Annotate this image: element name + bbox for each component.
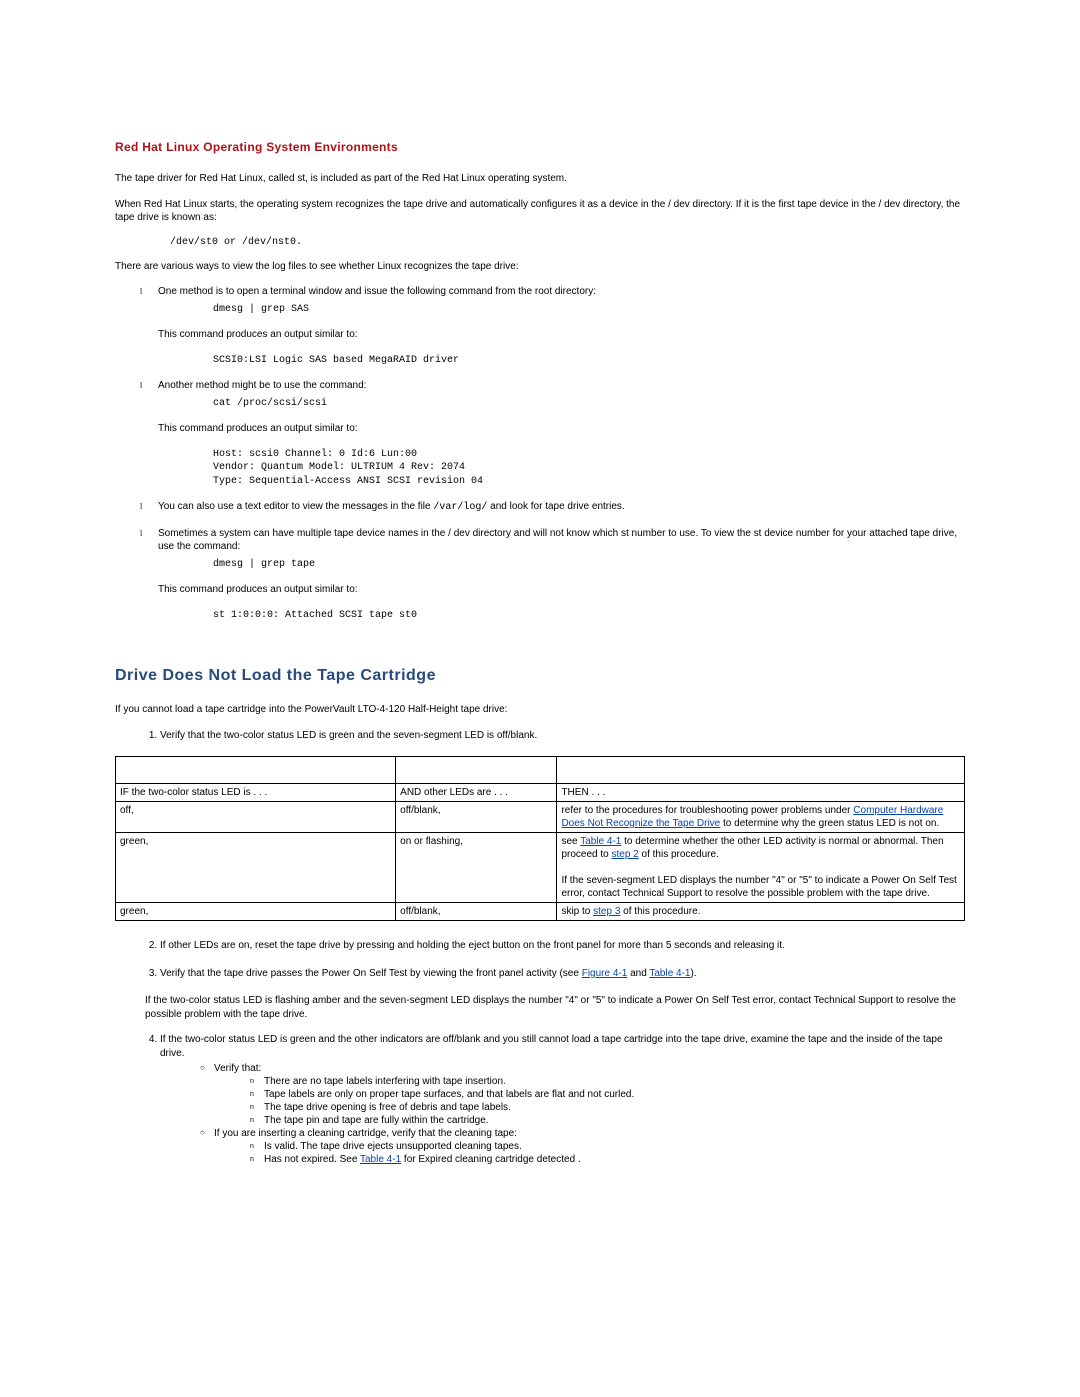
link-table-4-1[interactable]: Table 4-1 [649, 968, 690, 979]
th: AND other LEDs are . . . [396, 784, 557, 802]
para: This command produces an output similar … [158, 328, 965, 342]
td: skip to step 3 of this procedure. [557, 903, 965, 921]
step-1: Verify that the two-color status LED is … [160, 729, 965, 743]
list-item: Verify that: There are no tape labels in… [200, 1062, 965, 1127]
td: on or flashing, [396, 833, 557, 903]
td: off/blank, [396, 903, 557, 921]
led-table: IF the two-color status LED is . . . AND… [115, 756, 965, 921]
list-text: and look for tape drive entries. [487, 501, 624, 512]
list-item: Another method might be to use the comma… [140, 379, 965, 488]
para: This command produces an output similar … [158, 422, 965, 436]
list-item: One method is to open a terminal window … [140, 285, 965, 367]
link-step-2[interactable]: step 2 [612, 849, 639, 860]
step-text: If other LEDs are on, reset the tape dri… [160, 940, 785, 951]
th: THEN . . . [557, 784, 965, 802]
section-title-drive: Drive Does Not Load the Tape Cartridge [115, 667, 965, 685]
section-title-redhat: Red Hat Linux Operating System Environme… [115, 140, 965, 154]
link-figure-4-1[interactable]: Figure 4-1 [582, 968, 628, 979]
para: The tape driver for Red Hat Linux, calle… [115, 172, 965, 186]
para: If the two-color status LED is flashing … [145, 994, 965, 1021]
table-row: off, off/blank, refer to the procedures … [116, 802, 965, 833]
link-step-3[interactable]: step 3 [593, 906, 620, 917]
th: IF the two-color status LED is . . . [116, 784, 396, 802]
table-header-row: IF the two-color status LED is . . . AND… [116, 784, 965, 802]
code-block: dmesg | grep SAS [213, 303, 965, 317]
table-row: green, off/blank, skip to step 3 of this… [116, 903, 965, 921]
td: off, [116, 802, 396, 833]
td: off/blank, [396, 802, 557, 833]
td: refer to the procedures for troubleshoot… [557, 802, 965, 833]
list-item: The tape pin and tape are fully within t… [250, 1114, 965, 1127]
code-block: SCSI0:LSI Logic SAS based MegaRAID drive… [213, 354, 965, 368]
table-row: green, on or flashing, see Table 4-1 to … [116, 833, 965, 903]
list-text: Sometimes a system can have multiple tap… [158, 528, 957, 553]
list-text: One method is to open a terminal window … [158, 286, 596, 297]
step-4: If the two-color status LED is green and… [160, 1033, 965, 1166]
td: green, [116, 903, 396, 921]
step-2: If other LEDs are on, reset the tape dri… [160, 939, 965, 953]
link-table-4-1[interactable]: Table 4-1 [360, 1154, 401, 1165]
list-item: If you are inserting a cleaning cartridg… [200, 1127, 965, 1166]
step-text: Verify that the tape drive passes the Po… [160, 968, 582, 979]
step-3: Verify that the tape drive passes the Po… [160, 967, 965, 981]
step-text: Verify that the two-color status LED is … [160, 730, 537, 741]
code-block: dmesg | grep tape [213, 558, 965, 572]
inline-code: /var/log/ [433, 502, 487, 513]
step-text: If the two-color status LED is green and… [160, 1034, 943, 1059]
list-item: You can also use a text editor to view t… [140, 500, 965, 515]
para: This command produces an output similar … [158, 583, 965, 597]
link-table-4-1[interactable]: Table 4-1 [580, 836, 621, 847]
list-item: Has not expired. See Table 4-1 for Expir… [250, 1153, 965, 1166]
list-item: There are no tape labels interfering wit… [250, 1075, 965, 1088]
code-block: /dev/st0 or /dev/nst0. [170, 237, 965, 248]
para: There are various ways to view the log f… [115, 260, 965, 274]
td: see Table 4-1 to determine whether the o… [557, 833, 965, 903]
code-block: st 1:0:0:0: Attached SCSI tape st0 [213, 609, 965, 623]
para: When Red Hat Linux starts, the operating… [115, 198, 965, 225]
list-item: Tape labels are only on proper tape surf… [250, 1088, 965, 1101]
list-item: Is valid. The tape drive ejects unsuppor… [250, 1140, 965, 1153]
list-text: You can also use a text editor to view t… [158, 501, 433, 512]
list-item: Sometimes a system can have multiple tap… [140, 527, 965, 623]
list-text: Another method might be to use the comma… [158, 380, 366, 391]
list-item: The tape drive opening is free of debris… [250, 1101, 965, 1114]
td: green, [116, 833, 396, 903]
code-block: Host: scsi0 Channel: 0 Id:6 Lun:00 Vendo… [213, 448, 965, 489]
code-block: cat /proc/scsi/scsi [213, 397, 965, 411]
para: If you cannot load a tape cartridge into… [115, 703, 965, 717]
